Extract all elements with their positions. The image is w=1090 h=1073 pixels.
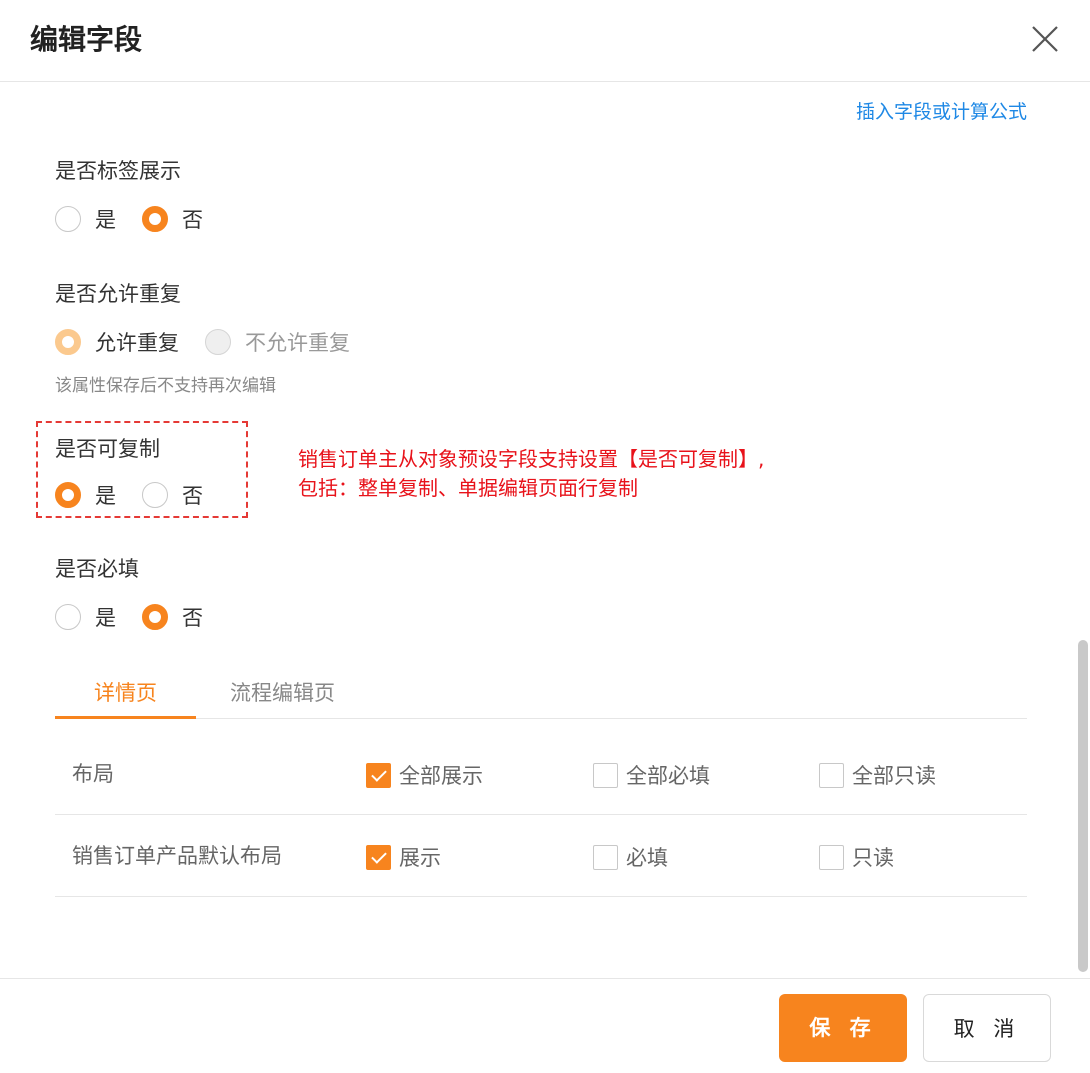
row-name: 销售订单产品默认布局 bbox=[72, 844, 282, 868]
copyable-annotation: 销售订单主从对象预设字段支持设置【是否可复制】, 包括：整单复制、单据编辑页面行… bbox=[298, 445, 764, 503]
label-display-option-yes[interactable]: 是 bbox=[55, 204, 116, 234]
label-display-radio-group: 是 否 bbox=[55, 204, 229, 234]
radio-label: 是 bbox=[95, 208, 116, 232]
copyable-option-no[interactable]: 否 bbox=[142, 480, 203, 510]
copyable-radio-group: 是 否 bbox=[55, 480, 229, 510]
layout-tabs: 详情页 流程编辑页 bbox=[55, 673, 1027, 719]
label-display-label: 是否标签展示 bbox=[55, 159, 181, 183]
checkbox-label: 全部只读 bbox=[852, 764, 936, 788]
radio-unselected-icon bbox=[55, 206, 81, 232]
save-button[interactable]: 保 存 bbox=[779, 994, 907, 1062]
checkbox-label: 全部展示 bbox=[399, 764, 483, 788]
close-icon[interactable] bbox=[1028, 22, 1062, 56]
radio-unselected-icon bbox=[142, 482, 168, 508]
allow-duplicate-hint: 该属性保存后不支持再次编辑 bbox=[55, 376, 276, 396]
radio-label: 允许重复 bbox=[95, 331, 179, 355]
required-checkbox[interactable]: 必填 bbox=[593, 842, 668, 872]
required-all-checkbox[interactable]: 全部必填 bbox=[593, 760, 710, 790]
dialog-title: 编辑字段 bbox=[30, 23, 143, 56]
checkbox-empty-icon bbox=[819, 844, 844, 870]
radio-disabled-icon bbox=[205, 329, 231, 355]
radio-label: 是 bbox=[95, 484, 116, 508]
check-icon bbox=[366, 844, 391, 870]
copyable-option-yes[interactable]: 是 bbox=[55, 480, 116, 510]
required-option-yes[interactable]: 是 bbox=[55, 602, 116, 632]
row-name: 布局 bbox=[72, 762, 114, 786]
readonly-all-checkbox[interactable]: 全部只读 bbox=[819, 760, 936, 790]
annotation-line: 包括：整单复制、单据编辑页面行复制 bbox=[298, 476, 638, 500]
copyable-label: 是否可复制 bbox=[55, 437, 160, 461]
annotation-line: 销售订单主从对象预设字段支持设置【是否可复制】, bbox=[298, 447, 765, 471]
dialog-body[interactable]: 插入字段或计算公式 是否标签展示 是 否 是否允许重复 允许重复 不允许重复 该… bbox=[0, 83, 1090, 978]
show-checkbox[interactable]: 展示 bbox=[366, 842, 441, 872]
radio-selected-icon bbox=[142, 604, 168, 630]
required-radio-group: 是 否 bbox=[55, 602, 229, 632]
tab-process-edit-page[interactable]: 流程编辑页 bbox=[230, 673, 335, 719]
radio-label: 否 bbox=[182, 208, 203, 232]
allow-duplicate-radio-group: 允许重复 不允许重复 bbox=[55, 327, 376, 357]
allow-duplicate-option-disallow[interactable]: 不允许重复 bbox=[205, 327, 350, 357]
table-row: 布局 全部展示 全部必填 全部只读 bbox=[55, 733, 1027, 815]
check-icon bbox=[366, 762, 391, 788]
checkbox-empty-icon bbox=[819, 762, 844, 788]
radio-unselected-icon bbox=[55, 604, 81, 630]
readonly-checkbox[interactable]: 只读 bbox=[819, 842, 894, 872]
checkbox-label: 全部必填 bbox=[626, 764, 710, 788]
radio-selected-icon bbox=[55, 329, 81, 355]
label-display-option-no[interactable]: 否 bbox=[142, 204, 203, 234]
radio-label: 不允许重复 bbox=[245, 331, 350, 355]
required-label: 是否必填 bbox=[55, 557, 139, 581]
dialog-footer: 保 存 取 消 bbox=[0, 978, 1090, 1073]
checkbox-label: 只读 bbox=[852, 846, 894, 870]
radio-label: 否 bbox=[182, 484, 203, 508]
vertical-scrollbar[interactable] bbox=[1078, 640, 1088, 972]
tab-detail-page[interactable]: 详情页 bbox=[55, 673, 196, 719]
radio-selected-icon bbox=[142, 206, 168, 232]
show-all-checkbox[interactable]: 全部展示 bbox=[366, 760, 483, 790]
dialog-header: 编辑字段 bbox=[0, 0, 1090, 82]
radio-selected-icon bbox=[55, 482, 81, 508]
allow-duplicate-label: 是否允许重复 bbox=[55, 282, 181, 306]
radio-label: 否 bbox=[182, 606, 203, 630]
radio-label: 是 bbox=[95, 606, 116, 630]
cancel-button[interactable]: 取 消 bbox=[923, 994, 1051, 1062]
required-option-no[interactable]: 否 bbox=[142, 602, 203, 632]
checkbox-label: 必填 bbox=[626, 846, 668, 870]
table-row: 销售订单产品默认布局 展示 必填 只读 bbox=[55, 815, 1027, 897]
allow-duplicate-option-allow[interactable]: 允许重复 bbox=[55, 327, 179, 357]
checkbox-empty-icon bbox=[593, 762, 618, 788]
insert-formula-link[interactable]: 插入字段或计算公式 bbox=[856, 97, 1027, 124]
checkbox-label: 展示 bbox=[399, 846, 441, 870]
checkbox-empty-icon bbox=[593, 844, 618, 870]
